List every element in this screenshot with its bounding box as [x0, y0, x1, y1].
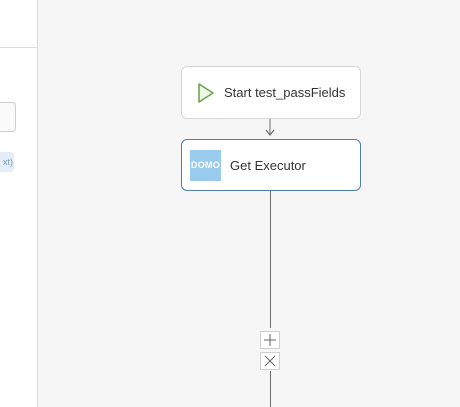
- panel-input-field[interactable]: [0, 102, 16, 132]
- domo-logo: DOMO: [190, 149, 221, 181]
- panel-chip-text: xt): [3, 157, 13, 167]
- start-node[interactable]: Start test_passFields: [181, 66, 361, 119]
- workflow-canvas[interactable]: [38, 0, 460, 407]
- close-icon: [264, 355, 276, 367]
- panel-chip[interactable]: xt): [0, 152, 14, 172]
- panel-divider: [0, 47, 37, 48]
- connector-arrow: [265, 119, 275, 136]
- add-step-button[interactable]: [260, 331, 280, 349]
- domo-logo-text: DOMO: [190, 160, 221, 170]
- flow-line-continuation: [270, 371, 271, 407]
- executor-node-label: Get Executor: [230, 157, 306, 173]
- play-icon: [197, 82, 215, 104]
- flow-line: [270, 191, 271, 328]
- plus-icon: [264, 334, 276, 346]
- left-panel: xt): [0, 0, 38, 407]
- start-node-label: Start test_passFields: [224, 85, 346, 100]
- executor-node[interactable]: DOMO Get Executor: [181, 139, 361, 191]
- delete-step-button[interactable]: [260, 352, 280, 370]
